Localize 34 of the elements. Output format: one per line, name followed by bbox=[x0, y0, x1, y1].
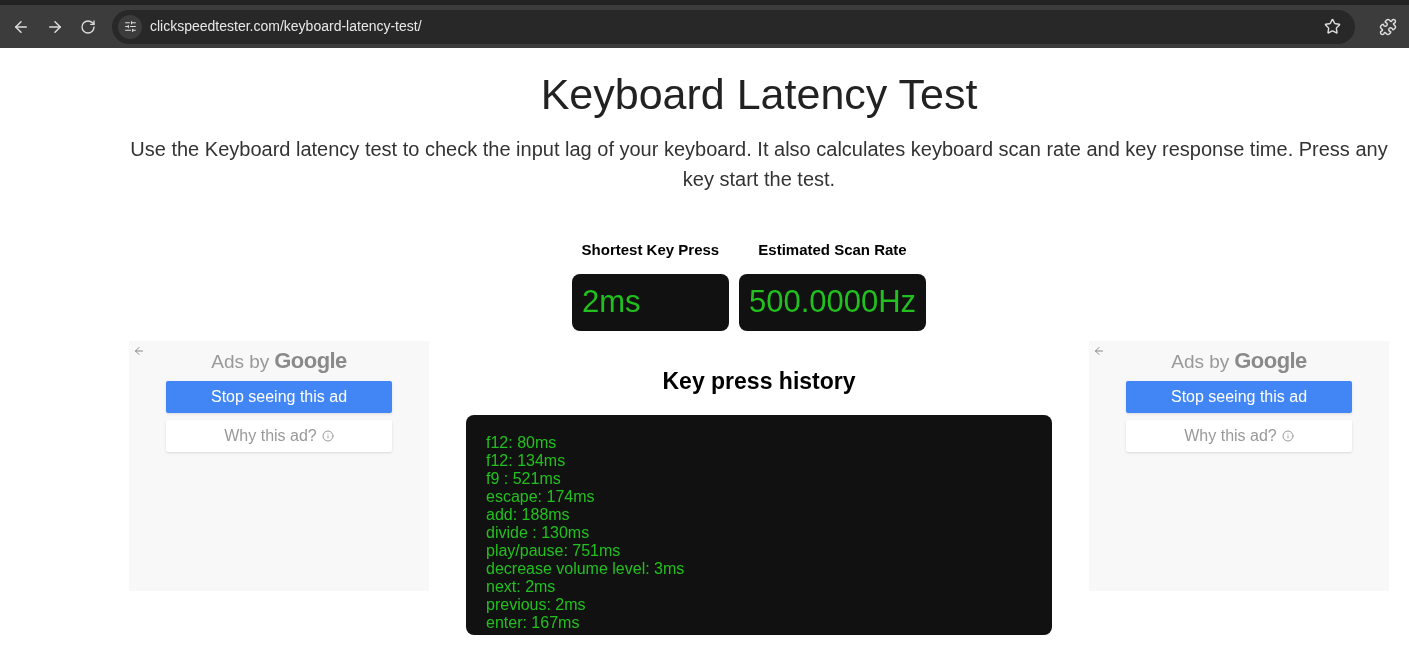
why-this-ad-button[interactable]: Why this ad? bbox=[166, 420, 392, 452]
history-entry: divide : 130ms bbox=[486, 524, 591, 542]
history-entry: f12: 80ms bbox=[486, 434, 558, 452]
history-entry: f9 : 521ms bbox=[486, 470, 562, 488]
ads-by-label: Ads by bbox=[211, 350, 270, 374]
google-logo-text: Google bbox=[1234, 347, 1307, 375]
stat-value: 2ms bbox=[571, 274, 729, 331]
history-entry: play/pause: 751ms bbox=[486, 542, 622, 560]
site-settings-icon[interactable] bbox=[118, 14, 142, 39]
history-entry: add: 188ms bbox=[486, 506, 571, 524]
url-text: clickspeedtester.com/keyboard-latency-test/ bbox=[150, 17, 422, 36]
history-title: Key press history bbox=[662, 367, 856, 395]
stat-value: 500.0000Hz bbox=[738, 274, 927, 331]
bookmark-star-icon[interactable] bbox=[1324, 18, 1341, 35]
stop-seeing-ad-button[interactable]: Stop seeing this ad bbox=[1126, 381, 1352, 413]
ads-by-label: Ads by bbox=[1171, 350, 1230, 374]
history-entry: decrease volume level: 3ms bbox=[486, 560, 686, 578]
history-entry: escape: 174ms bbox=[486, 488, 596, 506]
info-icon bbox=[321, 430, 334, 442]
stop-seeing-ad-button[interactable]: Stop seeing this ad bbox=[166, 381, 392, 413]
history-entry: next: 2ms bbox=[486, 578, 557, 596]
page-description: Use the Keyboard latency test to check the input lag of your keyboard. It also calculates keyboard scan rate and key response time. Press any key start the test. bbox=[129, 137, 1389, 192]
google-logo-text: Google bbox=[274, 347, 347, 375]
history-entry: enter: 167ms bbox=[486, 614, 581, 632]
history-entry: f12: 134ms bbox=[486, 452, 567, 470]
address-bar[interactable]: clickspeedtester.com/keyboard-latency-test/ bbox=[112, 9, 1355, 44]
extensions-icon[interactable] bbox=[1379, 17, 1397, 36]
stat-label: Shortest Key Press bbox=[581, 240, 720, 260]
page-title: Keyboard Latency Test bbox=[540, 69, 978, 120]
info-icon bbox=[1281, 430, 1294, 442]
stat-label: Estimated Scan Rate bbox=[758, 240, 907, 260]
reload-icon[interactable] bbox=[80, 18, 96, 35]
why-this-ad-button[interactable]: Why this ad? bbox=[1126, 420, 1352, 452]
history-entry: previous: 2ms bbox=[486, 596, 587, 614]
